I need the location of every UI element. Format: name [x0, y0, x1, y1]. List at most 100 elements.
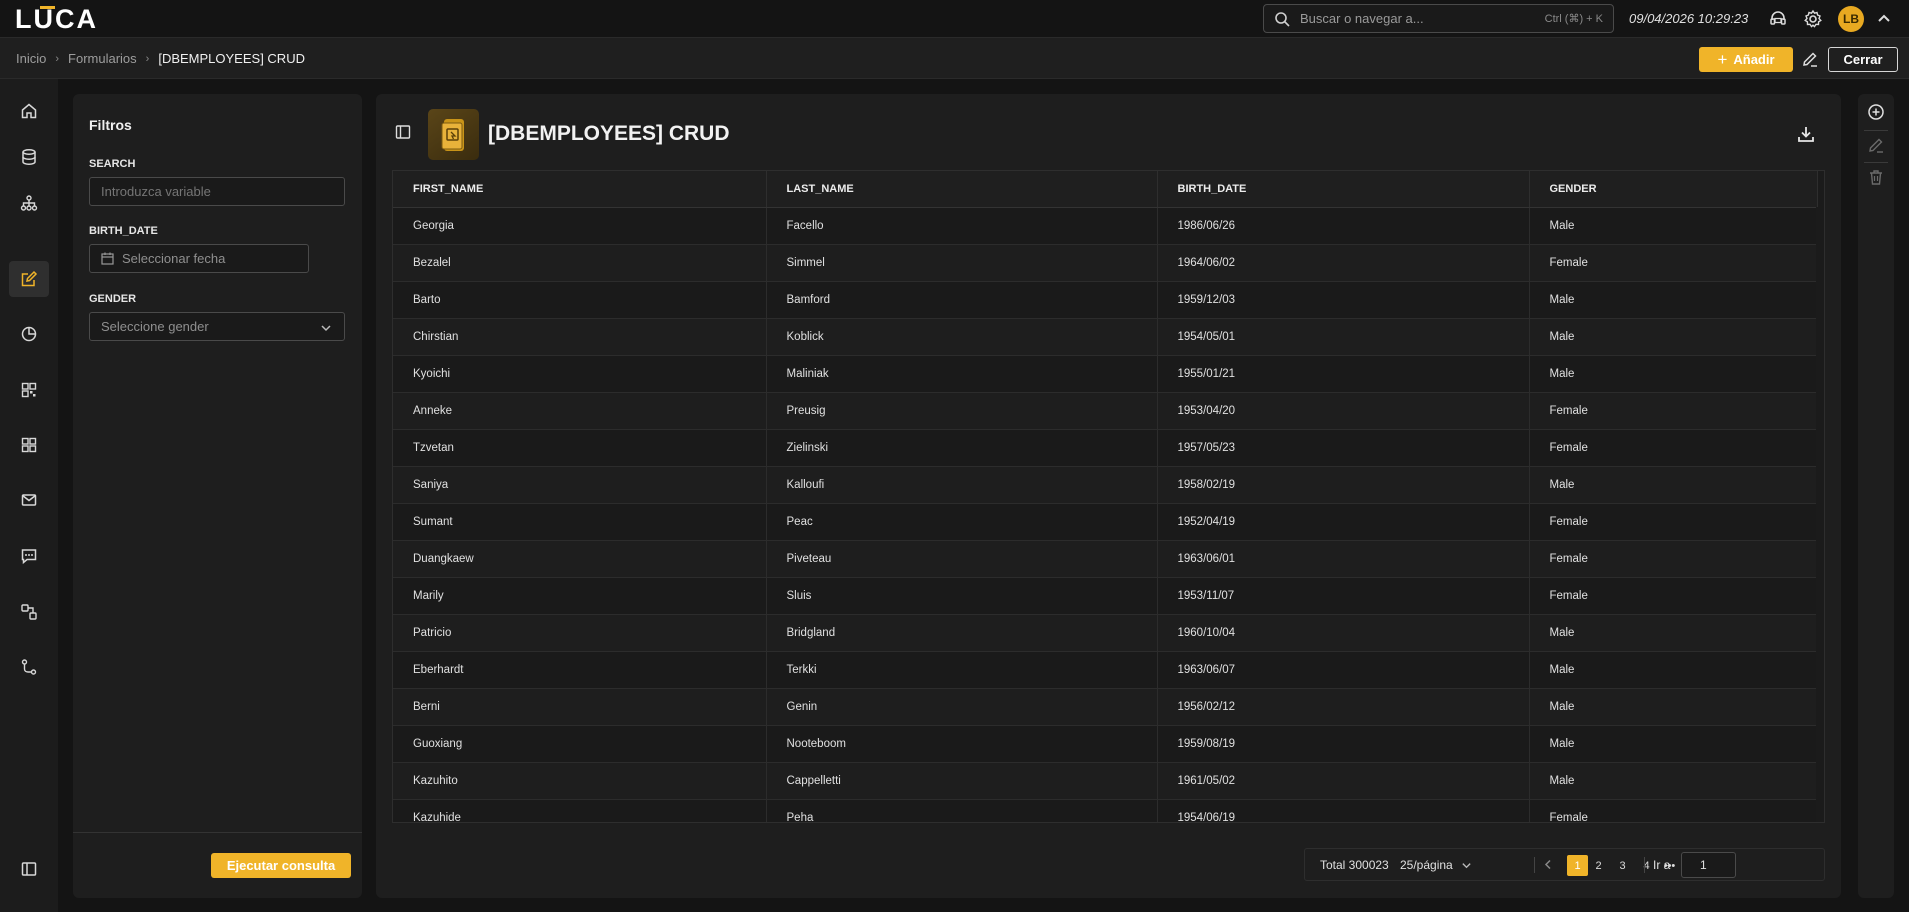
cell-gender: Female: [1529, 577, 1818, 615]
breadcrumb-current: [DBEMPLOYEES] CRUD: [158, 51, 305, 66]
gender-select[interactable]: Seleccione gender: [89, 312, 345, 341]
global-search[interactable]: Ctrl (⌘) + K: [1263, 4, 1614, 33]
nav-dashboards[interactable]: [9, 372, 49, 408]
cell-birth-date: 1959/12/03: [1157, 281, 1530, 319]
nav-forms[interactable]: [9, 261, 49, 297]
prev-page-icon[interactable]: [1543, 859, 1554, 870]
cell-birth-date: 1952/04/19: [1157, 503, 1530, 541]
table-row[interactable]: Sumant Peac 1952/04/19 Female: [393, 503, 1818, 541]
nav-database[interactable]: [9, 139, 49, 175]
table-row[interactable]: Tzvetan Zielinski 1957/05/23 Female: [393, 429, 1818, 467]
cell-gender: Male: [1529, 355, 1818, 393]
cell-first-name: Duangkaew: [393, 540, 767, 578]
cell-last-name: Genin: [766, 688, 1158, 726]
filters-title: Filtros: [89, 117, 132, 133]
page-button-1[interactable]: 1: [1567, 855, 1588, 876]
chevron-up-icon[interactable]: [1874, 9, 1894, 29]
add-button[interactable]: + Añadir: [1699, 47, 1793, 72]
search-input[interactable]: [1300, 11, 1545, 26]
toggle-filters-icon[interactable]: [395, 124, 411, 140]
chevron-down-icon: [321, 325, 331, 332]
table-row[interactable]: Eberhardt Terkki 1963/06/07 Male: [393, 651, 1818, 689]
run-query-button[interactable]: Ejecutar consulta: [211, 853, 351, 878]
cell-birth-date: 1955/01/21: [1157, 355, 1530, 393]
table-row[interactable]: Kazuhito Cappelletti 1961/05/02 Male: [393, 762, 1818, 800]
breadcrumb-formularios[interactable]: Formularios: [68, 51, 137, 66]
pie-chart-icon: [21, 326, 37, 342]
close-button[interactable]: Cerrar: [1828, 47, 1898, 72]
cell-gender: Male: [1529, 281, 1818, 319]
table-row[interactable]: Saniya Kalloufi 1958/02/19 Male: [393, 466, 1818, 504]
breadcrumb-inicio[interactable]: Inicio: [16, 51, 46, 66]
main-panel: [DBEMPLOYEES] CRUD FIRST_NAME LAST_NAME …: [376, 94, 1841, 898]
workflow-icon: [21, 604, 37, 620]
birth-date-picker[interactable]: Seleccionar fecha: [89, 244, 309, 273]
nav-home[interactable]: [9, 93, 49, 129]
table-row[interactable]: Duangkaew Piveteau 1963/06/01 Female: [393, 540, 1818, 578]
cell-birth-date: 1954/05/01: [1157, 318, 1530, 356]
column-header-birth-date[interactable]: BIRTH_DATE: [1157, 171, 1530, 208]
luca-logo[interactable]: LUCA: [15, 4, 107, 32]
page-button-2[interactable]: 2: [1588, 855, 1609, 876]
nav-reports[interactable]: [9, 316, 49, 352]
filters-divider: [73, 832, 362, 833]
page-button-3[interactable]: 3: [1612, 855, 1633, 876]
cell-first-name: Georgia: [393, 207, 767, 245]
cell-gender: Female: [1529, 503, 1818, 541]
form-edit-icon: [21, 270, 38, 287]
column-header-gender[interactable]: GENDER: [1529, 171, 1818, 208]
table-row[interactable]: Guoxiang Nooteboom 1959/08/19 Male: [393, 725, 1818, 763]
edit-pencil-icon[interactable]: [1867, 136, 1885, 154]
nav-hierarchy[interactable]: [9, 185, 49, 221]
goto-page-input[interactable]: [1681, 852, 1736, 878]
cell-birth-date: 1963/06/07: [1157, 651, 1530, 689]
table-header-row: FIRST_NAME LAST_NAME BIRTH_DATE GENDER: [393, 171, 1818, 208]
edit-pencil-icon[interactable]: [1801, 50, 1819, 68]
nav-integrations[interactable]: [9, 649, 49, 685]
nav-collapse[interactable]: [9, 851, 49, 887]
cell-last-name: Sluis: [766, 577, 1158, 615]
column-header-last-name[interactable]: LAST_NAME: [766, 171, 1158, 208]
cell-birth-date: 1956/02/12: [1157, 688, 1530, 726]
cell-last-name: Simmel: [766, 244, 1158, 282]
nav-apps[interactable]: [9, 427, 49, 463]
table-scrollbar[interactable]: [1816, 207, 1824, 822]
table-row[interactable]: Kyoichi Maliniak 1955/01/21 Male: [393, 355, 1818, 393]
table-row[interactable]: Georgia Facello 1986/06/26 Male: [393, 207, 1818, 245]
chevron-down-icon: [1462, 862, 1471, 868]
table-row[interactable]: Berni Genin 1956/02/12 Male: [393, 688, 1818, 726]
cell-first-name: Berni: [393, 688, 767, 726]
table-row[interactable]: Chirstian Koblick 1954/05/01 Male: [393, 318, 1818, 356]
trash-icon[interactable]: [1867, 168, 1885, 186]
table-row[interactable]: Kazuhide Peha 1954/06/19 Female: [393, 799, 1818, 822]
cell-first-name: Bezalel: [393, 244, 767, 282]
cell-first-name: Kyoichi: [393, 355, 767, 393]
table-row[interactable]: Barto Bamford 1959/12/03 Male: [393, 281, 1818, 319]
nav-mail[interactable]: [9, 482, 49, 518]
search-filter-input[interactable]: [89, 177, 345, 206]
table-row[interactable]: Patricio Bridgland 1960/10/04 Male: [393, 614, 1818, 652]
page-size-select[interactable]: 25/página: [1400, 858, 1472, 872]
column-header-first-name[interactable]: FIRST_NAME: [393, 171, 767, 208]
table-row[interactable]: Marily Sluis 1953/11/07 Female: [393, 577, 1818, 615]
cell-gender: Male: [1529, 466, 1818, 504]
cell-birth-date: 1963/06/01: [1157, 540, 1530, 578]
settings-gear-icon[interactable]: [1803, 9, 1823, 29]
add-circle-icon[interactable]: [1867, 103, 1885, 121]
chat-icon: [21, 549, 37, 565]
hierarchy-icon: [20, 195, 38, 211]
cell-last-name: Maliniak: [766, 355, 1158, 393]
user-avatar[interactable]: LB: [1838, 6, 1864, 32]
nav-workflow[interactable]: [9, 594, 49, 630]
cell-first-name: Kazuhito: [393, 762, 767, 800]
cell-gender: Male: [1529, 688, 1818, 726]
cell-birth-date: 1957/05/23: [1157, 429, 1530, 467]
download-icon[interactable]: [1796, 124, 1816, 144]
table-row[interactable]: Anneke Preusig 1953/04/20 Female: [393, 392, 1818, 430]
support-headset-icon[interactable]: [1768, 9, 1788, 29]
nav-messages[interactable]: [9, 538, 49, 574]
cell-last-name: Peac: [766, 503, 1158, 541]
cell-last-name: Nooteboom: [766, 725, 1158, 763]
table-row[interactable]: Bezalel Simmel 1964/06/02 Female: [393, 244, 1818, 282]
search-filter-label: SEARCH: [89, 158, 136, 170]
